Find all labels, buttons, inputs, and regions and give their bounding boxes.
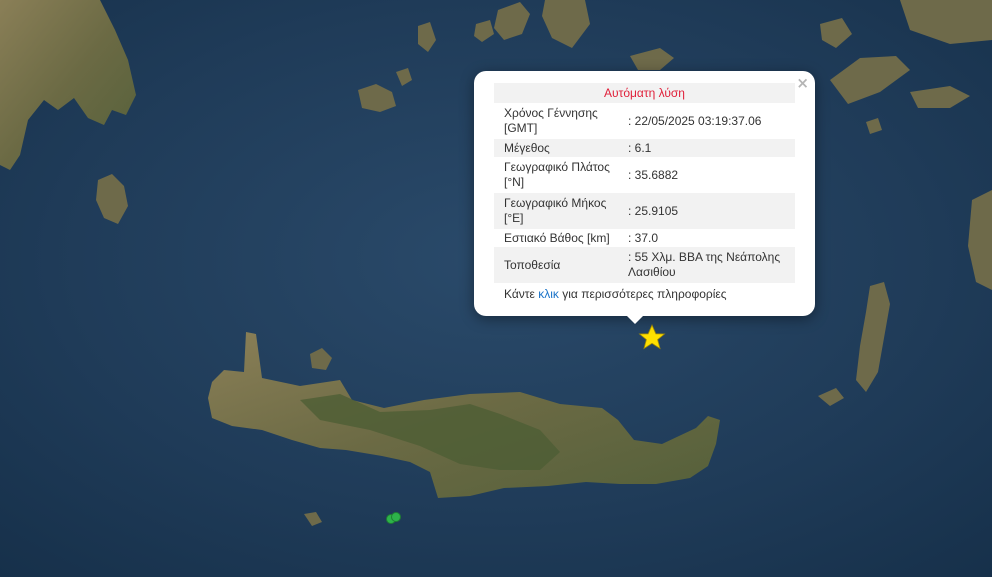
info-table: Χρόνος Γέννησης [GMT] : 22/05/2025 03:19… bbox=[494, 103, 795, 283]
info-label: Χρόνος Γέννησης [GMT] bbox=[504, 106, 598, 135]
more-info-text: Κάντε κλικ για περισσότερες πληροφορίες bbox=[494, 287, 795, 301]
info-row-depth: Εστιακό Βάθος [km] : 37.0 bbox=[494, 229, 795, 247]
info-value: : 35.6882 bbox=[628, 167, 679, 182]
more-info-link[interactable]: κλικ bbox=[538, 287, 559, 301]
info-value: : 37.0 bbox=[628, 230, 659, 245]
info-label: Γεωγραφικό Πλάτος [°N] bbox=[504, 160, 610, 189]
info-value: : 22/05/2025 03:19:37.06 bbox=[628, 113, 762, 128]
info-row-latitude: Γεωγραφικό Πλάτος [°N] : 35.6882 bbox=[494, 157, 795, 193]
popup-tip bbox=[625, 314, 645, 324]
more-prefix: Κάντε bbox=[504, 287, 535, 301]
info-label: Γεωγραφικό Μήκος [°E] bbox=[504, 196, 607, 225]
popup-title: Αυτόματη λύση bbox=[494, 83, 795, 103]
info-label: Τοποθεσία bbox=[504, 257, 561, 272]
info-value: : 6.1 bbox=[628, 140, 652, 155]
info-label: Μέγεθος bbox=[504, 140, 550, 155]
more-suffix: για περισσότερες πληροφορίες bbox=[562, 287, 727, 301]
info-row-time: Χρόνος Γέννησης [GMT] : 22/05/2025 03:19… bbox=[494, 103, 795, 139]
event-marker[interactable] bbox=[391, 512, 401, 522]
info-value: : 55 Χλμ. ΒΒΑ της Νεάπολης Λασιθίου bbox=[628, 250, 781, 279]
info-row-location: Τοποθεσία : 55 Χλμ. ΒΒΑ της Νεάπολης Λασ… bbox=[494, 247, 795, 283]
close-icon[interactable]: × bbox=[796, 74, 809, 92]
popup-content: Αυτόματη λύση Χρόνος Γέννησης [GMT] : 22… bbox=[494, 83, 795, 301]
info-row-magnitude: Μέγεθος : 6.1 bbox=[494, 139, 795, 157]
info-row-longitude: Γεωγραφικό Μήκος [°E] : 25.9105 bbox=[494, 193, 795, 229]
info-value: : 25.9105 bbox=[628, 203, 679, 218]
info-label: Εστιακό Βάθος [km] bbox=[504, 230, 610, 245]
earthquake-info-popup: × Αυτόματη λύση Χρόνος Γέννησης [GMT] : … bbox=[474, 71, 815, 316]
